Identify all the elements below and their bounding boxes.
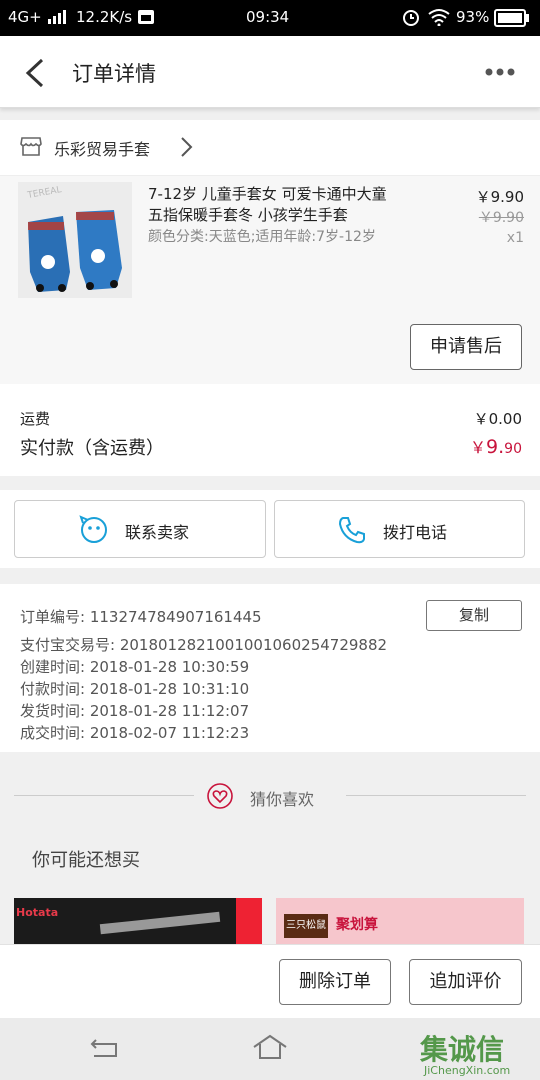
shop-icon [20, 136, 42, 160]
paid-time: 付款时间: 2018-01-28 10:31:10 [20, 680, 250, 698]
recommend-card-2[interactable]: 三只松鼠 聚划算 [276, 898, 524, 944]
wifi-icon [428, 8, 450, 30]
call-phone-button[interactable]: 拨打电话 [274, 500, 525, 558]
network-speed: 12.2K/s [76, 8, 133, 26]
bottom-action-bar: 删除订单 追加评价 [0, 944, 540, 1018]
contact-seller-label: 联系卖家 [125, 523, 190, 542]
recommend-divider: 猜你喜欢 [0, 766, 540, 826]
alipay-number: 支付宝交易号: 2018012821001001060254729882 [20, 636, 388, 654]
shipping-value: ￥0.00 [473, 410, 522, 428]
shipped-time: 发货时间: 2018-01-28 11:12:07 [20, 702, 250, 720]
card1-product-shape [99, 911, 221, 935]
paid-dec: 90 [504, 441, 522, 457]
divider-line-left [14, 795, 194, 796]
divider-line-right [346, 795, 526, 796]
product-sku: 颜色分类:天蓝色;适用年龄:7岁-12岁 [148, 229, 376, 245]
network-type: 4G+ [8, 8, 42, 26]
contact-section: 联系卖家 拨打电话 [0, 490, 540, 568]
chevron-right-icon [180, 136, 194, 162]
watermark-url: JiChengXin.com [424, 1064, 511, 1077]
delete-order-button[interactable]: 删除订单 [279, 959, 391, 1005]
chat-icon [79, 515, 109, 549]
card1-brand: Hotata [16, 906, 59, 919]
shipping-label: 运费 [20, 410, 51, 428]
call-phone-label: 拨打电话 [383, 523, 448, 542]
status-bar: 4G+ 12.2K/s 09:34 93% [0, 0, 540, 36]
copy-button[interactable]: 复制 [426, 600, 522, 631]
shop-bar[interactable]: 乐彩贸易手套 [0, 120, 540, 176]
paid-label: 实付款（含运费） [20, 438, 164, 459]
product-quantity: x1 [506, 230, 524, 246]
add-review-button[interactable]: 追加评价 [409, 959, 522, 1005]
completed-time: 成交时间: 2018-02-07 11:12:23 [20, 724, 250, 742]
heart-icon [206, 782, 234, 814]
paid-int: 9. [486, 436, 505, 458]
clock: 09:34 [246, 8, 290, 26]
home-nav-icon[interactable] [252, 1034, 288, 1064]
notification-icon [138, 10, 154, 28]
back-icon[interactable] [20, 56, 50, 90]
shop-name: 乐彩贸易手套 [54, 140, 151, 159]
product-title-line1: 7-12岁 儿童手套女 可爱卡通中大童 [148, 185, 387, 203]
phone-icon [337, 515, 367, 549]
more-icon[interactable] [484, 64, 516, 80]
product-card[interactable]: TEREAL 7-12岁 儿童手套女 可爱卡通中大童 五指保暖手套冬 小孩学生手… [0, 176, 540, 384]
card2-tag: 聚划算 [336, 917, 378, 933]
card2-brand: 三只松鼠 [284, 914, 328, 938]
product-title: 7-12岁 儿童手套女 可爱卡通中大童 五指保暖手套冬 小孩学生手套 [148, 184, 448, 226]
product-title-line2: 五指保暖手套冬 小孩学生手套 [148, 206, 348, 224]
order-number: 订单编号: 113274784907161445 [20, 608, 262, 626]
created-time: 创建时间: 2018-01-28 10:30:59 [20, 658, 250, 676]
battery-percent: 93% [456, 8, 490, 26]
watermark-logo: 集诚信 [420, 1033, 505, 1066]
alarm-icon [402, 8, 420, 30]
back-nav-icon[interactable] [88, 1036, 120, 1064]
card1-banner [236, 898, 262, 944]
paid-amount: ￥9.90 [470, 434, 522, 458]
signal-icon [48, 10, 66, 28]
product-price: ￥9.90 [475, 188, 524, 206]
system-nav-bar: 集诚信 JiChengXin.com [0, 1018, 540, 1080]
contact-seller-button[interactable]: 联系卖家 [14, 500, 266, 558]
recommend-subtitle: 你可能还想买 [32, 850, 140, 871]
order-info: 订单编号: 113274784907161445 复制 支付宝交易号: 2018… [0, 584, 540, 752]
paid-currency: ￥ [470, 438, 487, 457]
product-image: TEREAL [18, 182, 132, 298]
header: 订单详情 [0, 36, 540, 108]
recommend-label: 猜你喜欢 [250, 790, 315, 809]
battery-icon [494, 9, 530, 31]
fee-section: 运费 ￥0.00 实付款（含运费） ￥9.90 [0, 384, 540, 476]
recommend-card-1[interactable]: Hotata [14, 898, 262, 944]
after-sale-button[interactable]: 申请售后 [410, 324, 522, 370]
page-title: 订单详情 [72, 62, 156, 86]
product-original-price: ￥9.90 [478, 210, 524, 226]
